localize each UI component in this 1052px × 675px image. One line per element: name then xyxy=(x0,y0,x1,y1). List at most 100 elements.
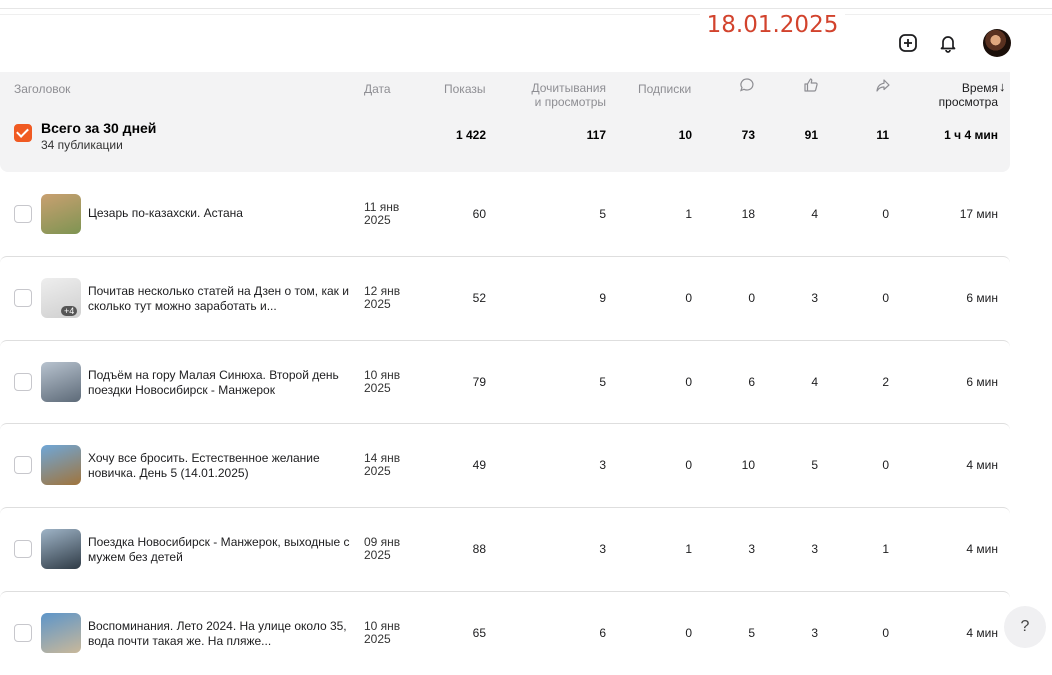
column-shares[interactable] xyxy=(875,77,891,96)
row-comments: 6 xyxy=(748,375,755,389)
row-divider xyxy=(0,423,1010,430)
row-shares: 0 xyxy=(882,207,889,221)
row-checkbox[interactable] xyxy=(14,289,32,307)
row-watch-time: 17 мин xyxy=(959,207,998,221)
row-shows: 52 xyxy=(472,291,486,305)
row-watch-time: 6 мин xyxy=(966,291,998,305)
row-checkbox[interactable] xyxy=(14,540,32,558)
row-likes: 3 xyxy=(811,626,818,640)
column-watch-time[interactable]: Время просмотра xyxy=(920,81,998,109)
publication-thumbnail[interactable] xyxy=(41,362,81,402)
row-reads: 5 xyxy=(599,207,606,221)
publication-title[interactable]: Поездка Новосибирск - Манжерок, выходные… xyxy=(88,535,350,565)
publication-date: 10 янв 2025 xyxy=(364,620,414,646)
publication-title[interactable]: Подъём на гору Малая Синюха. Второй день… xyxy=(88,368,350,398)
date-overlay: 18.01.2025 xyxy=(700,10,845,40)
publication-date-year: 2025 xyxy=(364,213,391,227)
column-reads[interactable]: Дочитывания и просмотры xyxy=(516,81,607,109)
summary-subscriptions: 10 xyxy=(678,128,692,142)
thumbnail-badge: +4 xyxy=(61,306,78,316)
table-row[interactable]: +4 Почитав несколько статей на Дзен о том… xyxy=(0,256,1010,340)
top-divider xyxy=(0,8,1052,9)
row-watch-time: 4 мин xyxy=(966,542,998,556)
row-comments: 3 xyxy=(748,542,755,556)
publication-title[interactable]: Цезарь по-казахски. Астана xyxy=(88,206,350,221)
column-shows[interactable]: Показы xyxy=(444,82,485,96)
column-likes[interactable] xyxy=(803,77,819,96)
publication-thumbnail[interactable] xyxy=(41,445,81,485)
row-shows: 60 xyxy=(472,207,486,221)
publication-date-year: 2025 xyxy=(364,297,391,311)
row-shares: 2 xyxy=(882,375,889,389)
row-divider xyxy=(0,591,1010,598)
publication-date-year: 2025 xyxy=(364,464,391,478)
publication-title[interactable]: Хочу все бросить. Естественное желание н… xyxy=(88,451,350,481)
add-publication-button[interactable] xyxy=(895,30,921,56)
row-shows: 65 xyxy=(472,626,486,640)
row-comments: 0 xyxy=(748,291,755,305)
comment-icon xyxy=(740,78,754,92)
row-shares: 0 xyxy=(882,458,889,472)
column-title[interactable]: Заголовок xyxy=(14,82,70,96)
table-row[interactable]: Подъём на гору Малая Синюха. Второй день… xyxy=(0,340,1010,424)
column-comments[interactable] xyxy=(739,77,755,96)
row-watch-time: 4 мин xyxy=(966,626,998,640)
row-reads: 9 xyxy=(599,291,606,305)
help-button[interactable]: ? xyxy=(1004,606,1046,648)
row-subscriptions: 1 xyxy=(685,207,692,221)
row-subscriptions: 0 xyxy=(685,626,692,640)
table-row[interactable]: Поездка Новосибирск - Манжерок, выходные… xyxy=(0,507,1010,591)
publication-thumbnail[interactable] xyxy=(41,194,81,234)
row-subscriptions: 0 xyxy=(685,375,692,389)
share-icon xyxy=(876,79,890,92)
avatar[interactable] xyxy=(983,29,1011,57)
column-watch-time-label: Время просмотра xyxy=(938,81,998,109)
row-shares: 1 xyxy=(882,542,889,556)
summary-checkbox[interactable] xyxy=(14,124,32,142)
table-row[interactable]: Хочу все бросить. Естественное желание н… xyxy=(0,423,1010,507)
publication-date: 10 янв 2025 xyxy=(364,369,414,395)
summary-reads: 117 xyxy=(586,128,606,142)
publication-thumbnail[interactable]: +4 xyxy=(41,278,81,318)
row-reads: 3 xyxy=(599,458,606,472)
row-shows: 88 xyxy=(472,542,486,556)
publication-date-year: 2025 xyxy=(364,632,391,646)
summary-shows: 1 422 xyxy=(455,128,486,142)
row-likes: 3 xyxy=(811,291,818,305)
summary-shares: 11 xyxy=(876,128,889,142)
publication-title[interactable]: Воспоминания. Лето 2024. На улице около … xyxy=(88,619,350,649)
row-checkbox[interactable] xyxy=(14,373,32,391)
summary-comments: 73 xyxy=(741,128,755,142)
column-subscriptions[interactable]: Подписки xyxy=(638,82,691,96)
publication-title[interactable]: Почитав несколько статей на Дзен о том, … xyxy=(88,284,350,314)
row-shows: 79 xyxy=(472,375,486,389)
row-divider xyxy=(0,507,1010,514)
publication-thumbnail[interactable] xyxy=(41,613,81,653)
row-checkbox[interactable] xyxy=(14,205,32,223)
row-checkbox[interactable] xyxy=(14,456,32,474)
row-reads: 5 xyxy=(599,375,606,389)
table-row[interactable]: Цезарь по-казахски. Астана 11 янв 2025 60 5 1… xyxy=(0,172,1010,256)
column-date[interactable]: Дата xyxy=(364,82,391,96)
notifications-button[interactable] xyxy=(935,30,961,56)
row-subscriptions: 1 xyxy=(685,542,692,556)
row-likes: 4 xyxy=(811,375,818,389)
table-header: Заголовок Дата Показы Дочитывания и прос… xyxy=(0,72,1010,118)
publication-date: 12 янв 2025 xyxy=(364,285,414,311)
row-subscriptions: 0 xyxy=(685,291,692,305)
row-comments: 18 xyxy=(741,207,755,221)
publication-thumbnail[interactable] xyxy=(41,529,81,569)
publication-date-year: 2025 xyxy=(364,381,391,395)
summary-title: Всего за 30 дней xyxy=(41,120,157,136)
row-checkbox[interactable] xyxy=(14,624,32,642)
publication-date: 09 янв 2025 xyxy=(364,536,414,562)
header-actions xyxy=(895,28,1011,58)
row-likes: 4 xyxy=(811,207,818,221)
row-watch-time: 4 мин xyxy=(966,458,998,472)
summary-subtitle: 34 публикации xyxy=(41,138,123,152)
row-divider xyxy=(0,340,1010,347)
table-row[interactable]: Воспоминания. Лето 2024. На улице около … xyxy=(0,591,1010,675)
row-watch-time: 6 мин xyxy=(966,375,998,389)
sort-arrow-icon[interactable]: ↓ xyxy=(999,80,1006,94)
row-comments: 5 xyxy=(748,626,755,640)
